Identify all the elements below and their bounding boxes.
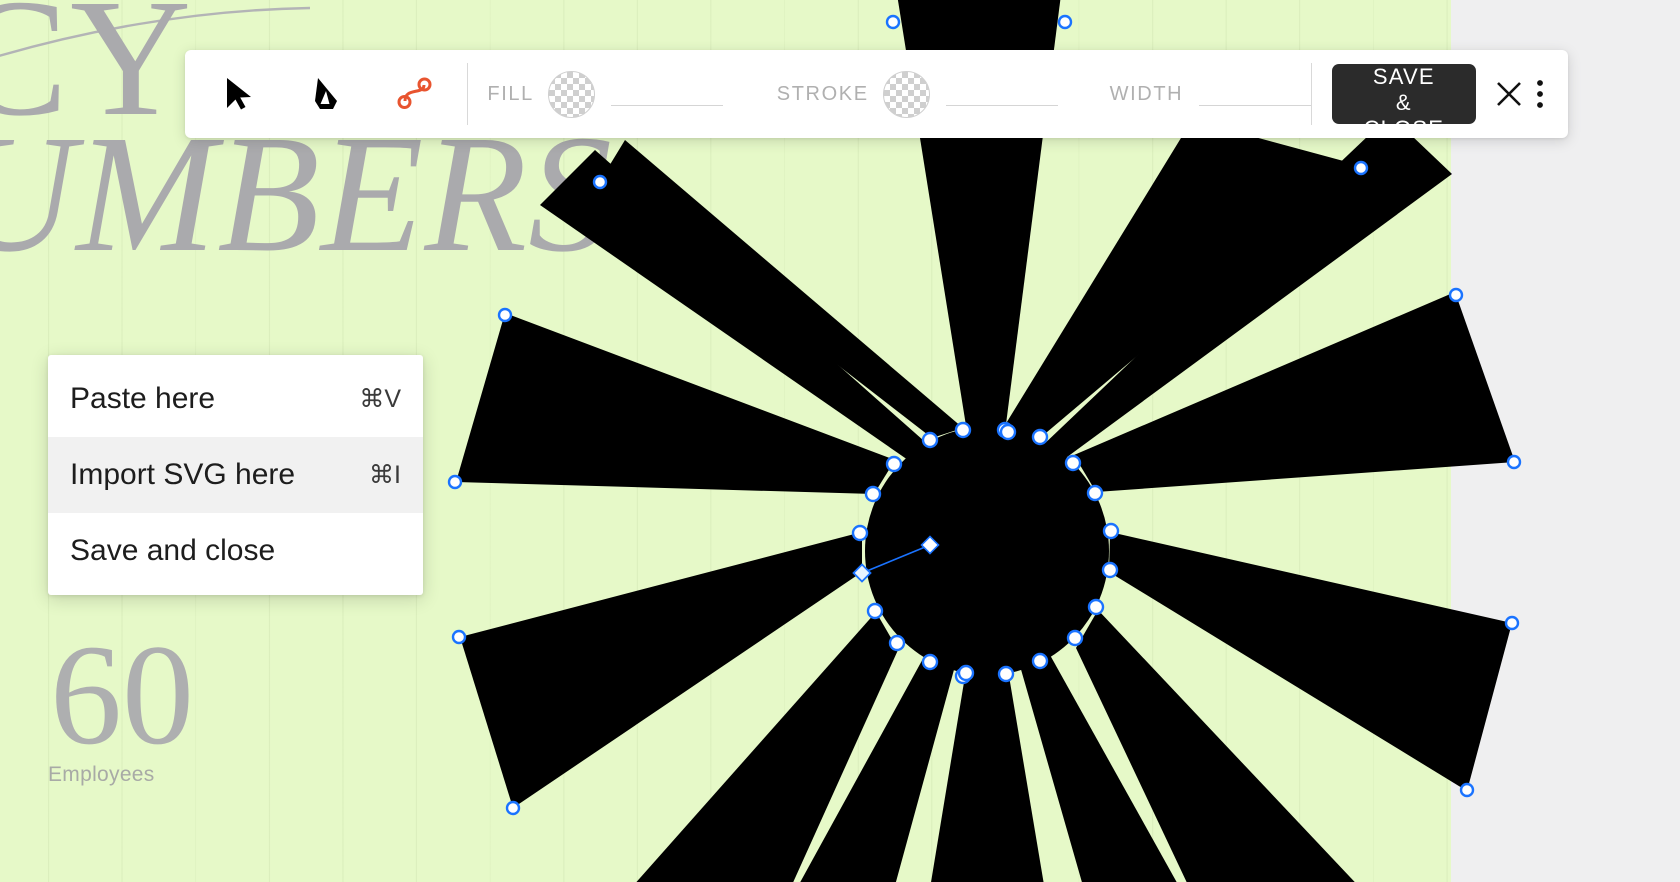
menu-item-import-svg-here[interactable]: Import SVG here ⌘I — [48, 437, 423, 513]
width-label: WIDTH — [1109, 82, 1184, 105]
fill-field-group: FILL — [487, 70, 723, 118]
tool-group — [185, 62, 447, 126]
menu-item-label: Import SVG here — [70, 458, 296, 491]
pen-nib-icon — [315, 78, 337, 109]
bezier-node-icon — [397, 77, 432, 109]
menu-item-label: Paste here — [70, 382, 216, 415]
fill-label: FILL — [487, 82, 534, 105]
menu-item-shortcut: ⌘I — [369, 461, 401, 489]
cursor-arrow-icon — [227, 78, 251, 110]
pen-tool-button[interactable] — [295, 62, 359, 126]
save-and-close-button[interactable]: SAVE & CLOSE — [1331, 64, 1477, 141]
menu-item-shortcut: ⌘V — [359, 385, 401, 413]
fill-value-input[interactable] — [610, 82, 723, 106]
width-field-group: WIDTH — [1110, 82, 1312, 106]
close-editor-button[interactable] — [1494, 67, 1524, 121]
stroke-label: STROKE — [776, 82, 869, 105]
editor-toolbar[interactable]: FILL STROKE WIDTH SAVE & CLOSE — [185, 50, 1568, 141]
width-value-input[interactable] — [1199, 82, 1312, 106]
fill-color-swatch[interactable] — [547, 70, 595, 118]
more-options-button[interactable] — [1530, 67, 1550, 121]
vector-editor-screen: CY UMBERS 60 Employees FILL STROKE WIDTH… — [0, 0, 1680, 882]
node-edit-tool-button[interactable] — [383, 62, 447, 126]
canvas-context-menu[interactable]: Paste here ⌘V Import SVG here ⌘I Save an… — [48, 355, 423, 595]
menu-item-paste-here[interactable]: Paste here ⌘V — [48, 361, 423, 437]
stroke-color-swatch[interactable] — [882, 70, 930, 118]
stroke-value-input[interactable] — [945, 82, 1058, 106]
stroke-field-group: STROKE — [776, 70, 1058, 118]
menu-item-label: Save and close — [70, 534, 276, 567]
menu-item-save-and-close[interactable]: Save and close — [48, 513, 423, 589]
select-tool-button[interactable] — [207, 62, 271, 126]
close-x-icon — [1497, 82, 1522, 106]
kebab-menu-icon — [1537, 80, 1543, 108]
